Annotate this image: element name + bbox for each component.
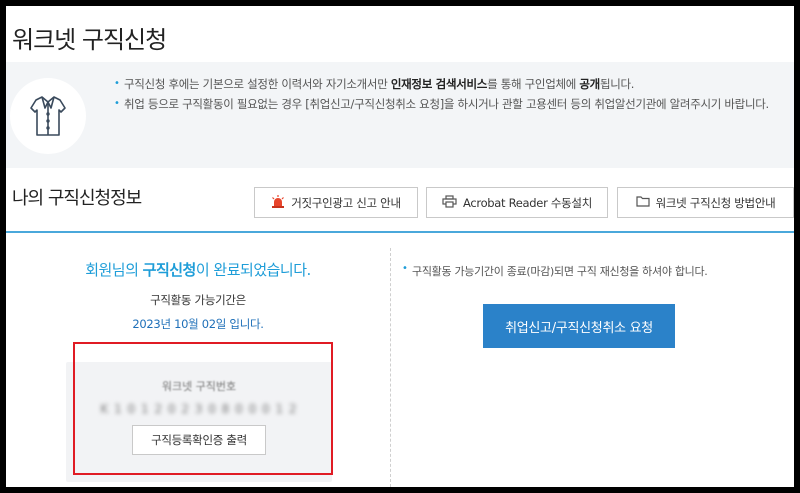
page-title: 워크넷 구직신청 xyxy=(12,26,167,54)
fake-job-ad-report-button[interactable]: 거짓구인광고 신고 안내 xyxy=(254,187,418,218)
notice-bold-talent-search: 인재정보 검색서비스 xyxy=(390,77,488,91)
folder-icon xyxy=(635,195,650,210)
shirt-icon xyxy=(10,78,86,154)
completion-message: 회원님의 구직신청이 완료되었습니다. xyxy=(85,261,311,279)
completion-highlight: 구직신청 xyxy=(142,261,197,279)
print-registration-certificate-button[interactable]: 구직등록확인증 출력 xyxy=(132,425,266,455)
activity-period-label: 구직활동 가능기간은 xyxy=(150,293,246,307)
jobseeker-number-value: K 1 0 1 2 0 2 3 0 8 0 0 0 1 2 xyxy=(100,402,298,416)
notice-box: 구직신청 후에는 기본으로 설정한 이력서와 자기소개서만 인재정보 검색서비스… xyxy=(6,62,794,168)
siren-icon xyxy=(271,194,285,211)
notice-item-public: 구직신청 후에는 기본으로 설정한 이력서와 자기소개서만 인재정보 검색서비스… xyxy=(114,74,794,94)
jobseeker-number-box: 워크넷 구직번호 K 1 0 1 2 0 2 3 0 8 0 0 0 1 2 xyxy=(66,362,332,482)
notice-bold-public: 공개 xyxy=(579,77,600,91)
jobseeker-number-label: 워크넷 구직번호 xyxy=(161,380,237,393)
employment-report-cancel-request-button[interactable]: 취업신고/구직신청취소 요청 xyxy=(483,304,675,348)
column-divider xyxy=(390,248,391,487)
reapply-notice: 구직활동 가능기간이 종료(마감)되면 구직 재신청을 하셔야 합니다. xyxy=(402,263,708,279)
acrobat-install-button[interactable]: Acrobat Reader 수동설치 xyxy=(426,187,608,218)
section-divider xyxy=(6,231,794,233)
notice-item-cancel: 취업 등으로 구직활동이 필요없는 경우 [취업신고/구직신청취소 요청]을 하… xyxy=(114,94,794,114)
notice-list: 구직신청 후에는 기본으로 설정한 이력서와 자기소개서만 인재정보 검색서비스… xyxy=(114,74,794,114)
page: 워크넷 구직신청 구직신청 후에는 기본으로 설정한 이력서와 자기소개서만 인… xyxy=(6,6,794,487)
jobseek-guide-button[interactable]: 워크넷 구직신청 방법안내 xyxy=(617,187,794,218)
activity-period-date: 2023년 10월 02일 입니다. xyxy=(132,317,264,331)
section-title: 나의 구직신청정보 xyxy=(12,188,142,209)
printer-icon xyxy=(442,194,457,211)
